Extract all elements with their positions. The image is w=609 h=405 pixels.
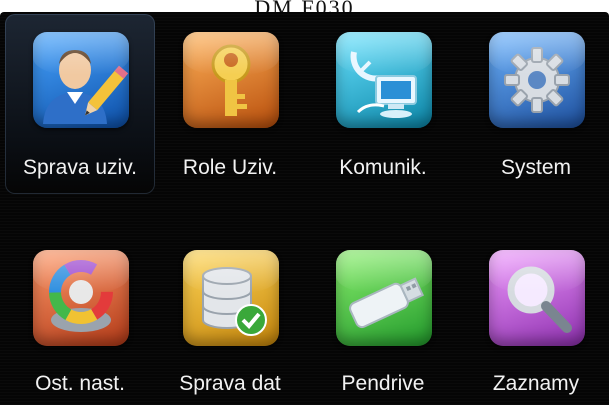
menu-item-label: Sprava dat bbox=[179, 372, 281, 395]
menu-item-label: System bbox=[500, 156, 571, 179]
menu-item-label: Ost. nast. bbox=[35, 372, 125, 395]
menu-item-sprava-uziv[interactable]: Sprava uziv. bbox=[5, 14, 155, 194]
menu-screen: Sprava uziv. Role Uziv. Komunik. System … bbox=[0, 12, 609, 405]
network-icon bbox=[336, 32, 432, 128]
menu-item-label: Pendrive bbox=[341, 372, 425, 395]
menu-item-sprava-dat[interactable]: Sprava dat bbox=[155, 244, 305, 405]
menu-item-label: Role Uziv. bbox=[182, 156, 278, 179]
menu-item-role-uziv[interactable]: Role Uziv. bbox=[155, 14, 305, 194]
menu-item-system[interactable]: System bbox=[461, 14, 609, 194]
gear-icon bbox=[489, 32, 585, 128]
menu-item-label: Komunik. bbox=[339, 156, 427, 179]
usb-drive-icon bbox=[336, 250, 432, 346]
menu-item-label: Sprava uziv. bbox=[23, 156, 137, 179]
menu-item-komunik[interactable]: Komunik. bbox=[308, 14, 458, 194]
menu-item-label: Zaznamy bbox=[492, 372, 580, 395]
key-icon bbox=[183, 32, 279, 128]
menu-item-zaznamy[interactable]: Zaznamy bbox=[461, 244, 609, 405]
menu-item-ost-nast[interactable]: Ost. nast. bbox=[5, 244, 155, 405]
database-check-icon bbox=[183, 250, 279, 346]
color-wheel-gear-icon bbox=[33, 250, 129, 346]
user-edit-icon bbox=[33, 32, 129, 128]
menu-item-pendrive[interactable]: Pendrive bbox=[308, 244, 458, 405]
search-icon bbox=[489, 250, 585, 346]
